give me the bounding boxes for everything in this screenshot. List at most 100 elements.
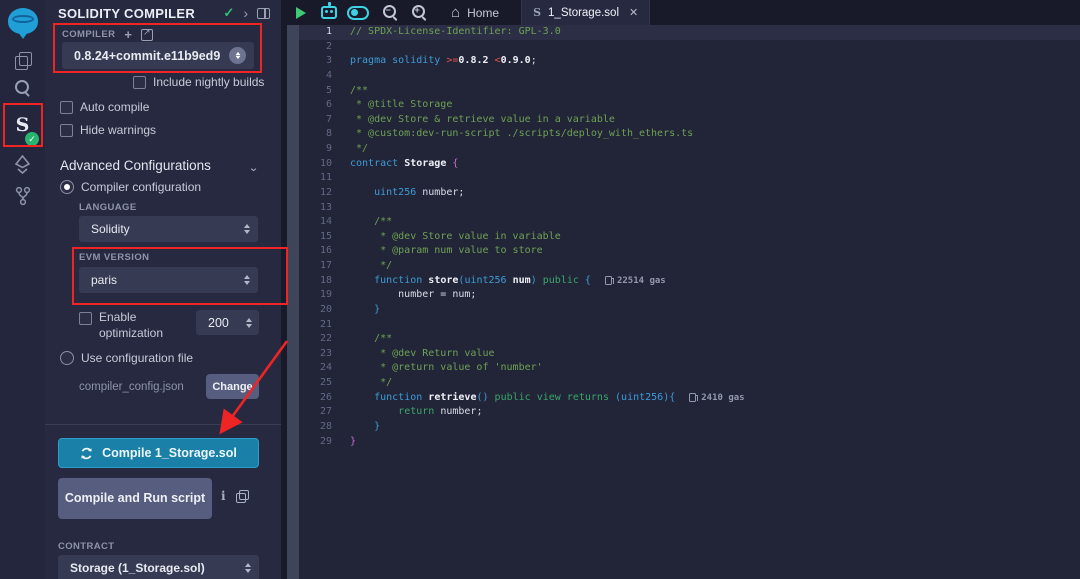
- code-line: }: [350, 420, 1080, 435]
- tab-1-storage-sol[interactable]: S 1_Storage.sol ✕: [521, 0, 650, 25]
- language-label: LANGUAGE: [79, 202, 137, 213]
- optimization-runs-value: 200: [208, 316, 238, 330]
- copy-icon[interactable]: [236, 490, 247, 502]
- ai-assistant-robot-icon[interactable]: [321, 6, 337, 19]
- home-icon: ⌂: [451, 5, 460, 20]
- panel-title: SOLIDITY COMPILER: [58, 6, 195, 21]
- close-icon[interactable]: ✕: [629, 6, 638, 19]
- info-icon[interactable]: i: [221, 489, 226, 503]
- gas-estimate-badge: 22514 gas: [605, 274, 666, 289]
- code-line: [350, 171, 1080, 186]
- code-line: * @dev Return value: [350, 347, 1080, 362]
- hide-warnings-label: Hide warnings: [80, 123, 156, 137]
- code-line: // SPDX-License-Identifier: GPL-3.0: [350, 25, 1080, 40]
- search-icon[interactable]: [0, 76, 45, 100]
- code-line: uint256 number;: [350, 186, 1080, 201]
- code-line: /**: [350, 84, 1080, 99]
- compiler-version-value: 0.8.24+commit.e11b9ed9: [74, 49, 229, 63]
- deploy-run-icon[interactable]: [0, 152, 45, 176]
- compiler-section-label: COMPILER: [62, 29, 115, 40]
- code-line: function retrieve() public view returns …: [350, 391, 1080, 406]
- publish-icon[interactable]: [141, 29, 153, 41]
- compile-and-run-button[interactable]: Compile and Run script: [58, 478, 212, 519]
- use-configuration-file-radio[interactable]: [60, 351, 74, 365]
- git-icon[interactable]: [0, 184, 45, 208]
- evm-stepper-icon: [244, 275, 250, 285]
- code-line: number = num;: [350, 288, 1080, 303]
- remix-logo[interactable]: [0, 4, 45, 38]
- code-line: function store(uint256 num) public {2251…: [350, 274, 1080, 289]
- code-line: */: [350, 142, 1080, 157]
- code-line: [350, 69, 1080, 84]
- remix-ide-window: S ✓ SOLIDITY COMPILER ✓ › COMPILER + 0.8…: [0, 0, 1080, 579]
- config-file-name: compiler_config.json: [79, 381, 184, 393]
- auto-compile-checkbox[interactable]: [60, 101, 73, 114]
- code-line: * @param num value to store: [350, 244, 1080, 259]
- chevron-right-icon[interactable]: ›: [243, 5, 248, 21]
- code-line: [350, 201, 1080, 216]
- use-configuration-file-label: Use configuration file: [81, 351, 193, 365]
- code-line: */: [350, 376, 1080, 391]
- code-editor[interactable]: 1234567891011121314151617181920212223242…: [299, 25, 1080, 579]
- code-lines: // SPDX-License-Identifier: GPL-3.0 pragm…: [344, 25, 1080, 449]
- code-line: * @custom:dev-run-script ./scripts/deplo…: [350, 127, 1080, 142]
- compiled-check-badge: ✓: [25, 132, 39, 146]
- auto-compile-label: Auto compile: [80, 100, 149, 114]
- icon-rail: S ✓: [0, 0, 45, 579]
- add-compiler-icon[interactable]: +: [124, 28, 132, 41]
- code-line: /**: [350, 332, 1080, 347]
- hide-warnings-checkbox[interactable]: [60, 124, 73, 137]
- code-line: * @title Storage: [350, 98, 1080, 113]
- solidity-compiler-icon[interactable]: S ✓: [0, 108, 45, 142]
- solidity-compiler-panel: SOLIDITY COMPILER ✓ › COMPILER + 0.8.24+…: [45, 0, 281, 579]
- play-icon[interactable]: [296, 7, 306, 19]
- refresh-icon: [80, 447, 93, 460]
- compile-success-check-icon: ✓: [223, 5, 234, 21]
- zoom-in-icon[interactable]: +: [412, 5, 427, 20]
- compile-button[interactable]: Compile 1_Storage.sol: [58, 438, 259, 468]
- fuel-pump-icon: [689, 393, 696, 402]
- gas-estimate-badge: 2410 gas: [689, 391, 744, 406]
- runs-stepper-icon: [246, 318, 252, 328]
- code-line: pragma solidity >=0.8.2 <0.9.0;: [350, 54, 1080, 69]
- chevron-down-icon[interactable]: ⌄: [248, 162, 259, 175]
- solidity-file-icon: S: [533, 6, 541, 19]
- compiler-version-stepper-icon[interactable]: [229, 47, 246, 64]
- include-nightly-label: Include nightly builds: [153, 75, 264, 89]
- file-explorer-icon[interactable]: [0, 48, 45, 72]
- contract-section-label: CONTRACT: [58, 541, 115, 552]
- code-line: * @return value of 'number': [350, 361, 1080, 376]
- code-line: */: [350, 259, 1080, 274]
- compiler-configuration-radio[interactable]: [60, 180, 74, 194]
- optimization-runs-stepper[interactable]: 200: [196, 310, 259, 335]
- change-config-button[interactable]: Change: [206, 374, 259, 399]
- compiler-configuration-label: Compiler configuration: [81, 180, 201, 194]
- compile-button-label: Compile 1_Storage.sol: [102, 446, 237, 460]
- panel-resize-handle[interactable]: [287, 25, 299, 579]
- enable-optimization-label: Enable optimization: [99, 310, 189, 341]
- code-line: }: [350, 303, 1080, 318]
- contract-select[interactable]: Storage (1_Storage.sol): [58, 555, 259, 579]
- pin-panel-icon[interactable]: [257, 8, 270, 19]
- section-divider: [45, 424, 281, 425]
- gutter: 1234567891011121314151617181920212223242…: [299, 25, 344, 449]
- enable-optimization-checkbox[interactable]: [79, 312, 92, 325]
- evm-version-select[interactable]: paris: [79, 267, 258, 293]
- code-line: return number;: [350, 405, 1080, 420]
- evm-version-label: EVM VERSION: [79, 252, 149, 263]
- zoom-out-icon[interactable]: −: [383, 5, 398, 20]
- code-line: [350, 40, 1080, 55]
- include-nightly-checkbox[interactable]: [133, 76, 146, 89]
- code-line: * @dev Store value in variable: [350, 230, 1080, 245]
- code-line: * @dev Store & retrieve value in a varia…: [350, 113, 1080, 128]
- code-line: }: [350, 435, 1080, 450]
- tab-home[interactable]: ⌂ Home: [443, 0, 507, 25]
- language-stepper-icon: [244, 224, 250, 234]
- toggle-icon[interactable]: [347, 6, 369, 20]
- code-line: [350, 318, 1080, 333]
- fuel-pump-icon: [605, 276, 612, 285]
- language-select[interactable]: Solidity: [79, 216, 258, 242]
- panel-header: SOLIDITY COMPILER ✓ ›: [58, 5, 270, 21]
- advanced-configurations-title[interactable]: Advanced Configurations: [60, 158, 211, 173]
- compiler-version-select[interactable]: 0.8.24+commit.e11b9ed9: [62, 42, 254, 69]
